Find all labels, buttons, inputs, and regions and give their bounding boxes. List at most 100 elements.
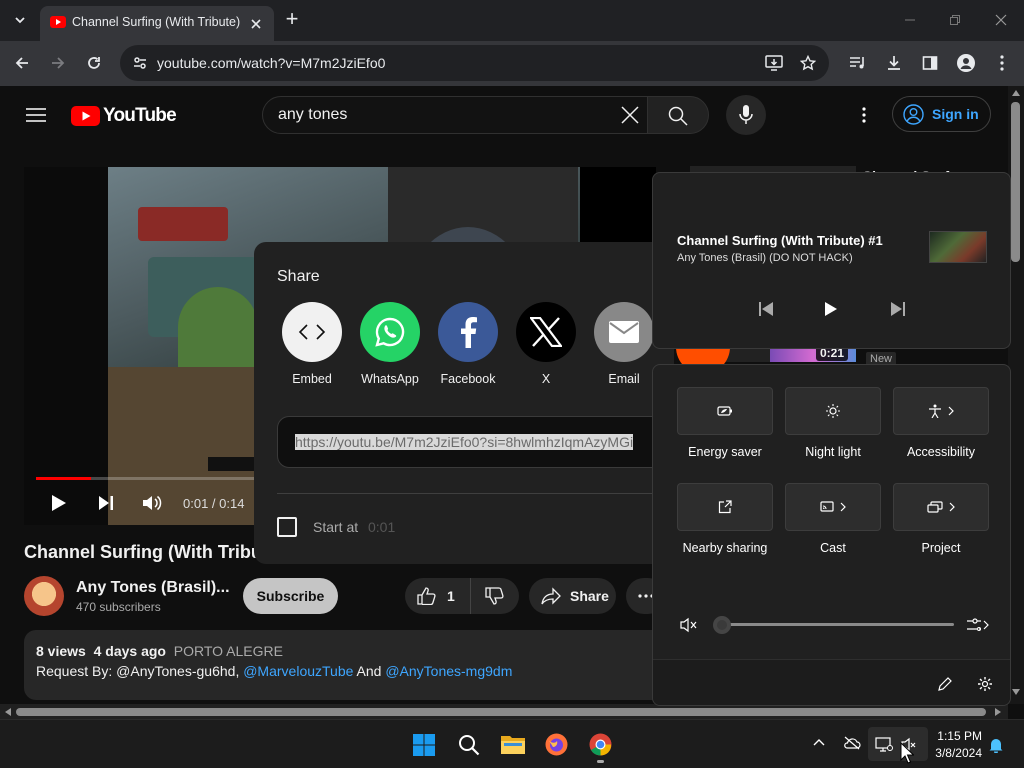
new-tab-button[interactable]: +	[282, 8, 302, 31]
thumbs-up-icon	[417, 587, 436, 605]
volume-slider-thumb[interactable]	[713, 616, 731, 634]
minimize-button[interactable]	[898, 8, 922, 32]
browser-tab[interactable]: Channel Surfing (With Tribute) #1	[40, 6, 274, 41]
youtube-logo[interactable]: YouTube	[71, 105, 177, 127]
show-hidden-icons-button[interactable]	[813, 738, 825, 746]
channel-name[interactable]: Any Tones (Brasil)...	[76, 579, 230, 597]
media-control-button[interactable]	[846, 51, 870, 75]
cast-tile[interactable]	[785, 483, 881, 531]
subscribe-button[interactable]: Subscribe	[243, 578, 338, 614]
tile-label: Energy saver	[688, 445, 762, 459]
bookmark-button[interactable]	[796, 51, 820, 75]
clock-time[interactable]: 1:15 PM	[932, 729, 982, 743]
search-button[interactable]	[647, 96, 709, 134]
arrow-left-icon	[15, 57, 28, 69]
like-button[interactable]: 1	[405, 578, 471, 614]
guide-menu-button[interactable]	[24, 103, 48, 127]
nearby-sharing-tile[interactable]	[677, 483, 773, 531]
tab-search-button[interactable]	[8, 8, 32, 32]
chrome-taskbar-button[interactable]	[589, 733, 612, 763]
reload-button[interactable]	[82, 51, 106, 75]
channel-avatar[interactable]	[24, 576, 64, 616]
profile-button[interactable]	[954, 51, 978, 75]
whatsapp-icon	[375, 317, 405, 347]
address-bar[interactable]: youtube.com/watch?v=M7m2JziEfo0	[120, 45, 829, 81]
start-at-label: Start at	[313, 519, 359, 535]
back-button[interactable]	[10, 51, 34, 75]
clock-date[interactable]: 3/8/2024	[930, 746, 982, 760]
chevron-right-icon	[949, 502, 955, 512]
project-tile[interactable]	[893, 483, 989, 531]
facebook-icon	[461, 317, 477, 348]
onedrive-button[interactable]	[843, 736, 861, 750]
sign-in-button[interactable]: Sign in	[892, 96, 991, 132]
media-artist: Any Tones (Brasil) (DO NOT HACK)	[677, 252, 853, 264]
energy-saver-tile[interactable]	[677, 387, 773, 435]
system-tray-button[interactable]	[868, 727, 928, 761]
night-light-tile[interactable]	[785, 387, 881, 435]
kebab-menu-icon	[1000, 55, 1004, 71]
share-button[interactable]: Share	[529, 578, 616, 614]
media-title: Channel Surfing (With Tribute) #1	[677, 233, 883, 248]
location-tag[interactable]: PORTO ALEGRE	[174, 643, 283, 659]
sign-in-label: Sign in	[932, 106, 979, 122]
mention-link[interactable]: @AnyTones-mg9dm	[385, 663, 512, 679]
all-settings-button[interactable]	[973, 672, 997, 696]
arrow-right-icon	[52, 57, 65, 69]
file-explorer-button[interactable]	[501, 733, 525, 755]
horizontal-scrollbar[interactable]	[0, 704, 1008, 719]
running-indicator	[597, 760, 604, 763]
settings-menu-button[interactable]	[852, 103, 876, 127]
mute-button[interactable]	[140, 491, 164, 515]
firefox-button[interactable]	[545, 733, 568, 756]
facebook-button[interactable]	[438, 302, 498, 362]
edit-quick-settings-button[interactable]	[933, 672, 957, 696]
install-app-button[interactable]	[762, 51, 786, 75]
media-previous-button[interactable]	[754, 297, 778, 321]
audio-output-button[interactable]	[961, 613, 993, 637]
scroll-down-icon	[1012, 689, 1020, 695]
forward-button[interactable]	[46, 51, 70, 75]
search-input[interactable]: any tones	[262, 96, 648, 134]
taskbar-search-button[interactable]	[458, 734, 480, 756]
next-button[interactable]	[94, 491, 118, 515]
x-button[interactable]	[516, 302, 576, 362]
close-icon	[621, 106, 639, 124]
clear-search-button[interactable]	[618, 103, 642, 127]
close-window-button[interactable]	[989, 8, 1013, 32]
start-button[interactable]	[413, 734, 435, 756]
tab-title: Channel Surfing (With Tribute) #1	[72, 15, 242, 29]
close-tab-button[interactable]	[244, 12, 268, 36]
mention-link[interactable]: @MarvelouzTube	[243, 663, 353, 679]
media-play-button[interactable]	[819, 297, 843, 321]
whatsapp-button[interactable]	[360, 302, 420, 362]
notifications-button[interactable]	[988, 737, 1004, 753]
description-meta: 8 views 4 days ago PORTO ALEGRE	[36, 643, 283, 659]
dislike-button[interactable]	[471, 587, 505, 605]
voice-search-button[interactable]	[726, 95, 766, 135]
folder-icon	[501, 736, 525, 754]
share-target-label: Facebook	[440, 372, 496, 386]
chrome-menu-button[interactable]	[990, 51, 1014, 75]
play-button[interactable]	[47, 491, 71, 515]
description-box[interactable]: 8 views 4 days ago PORTO ALEGRE Request …	[24, 630, 664, 700]
start-at-checkbox[interactable]	[277, 517, 297, 537]
side-panel-button[interactable]	[918, 51, 942, 75]
maximize-button[interactable]	[943, 8, 967, 32]
video-letterbox	[24, 167, 108, 525]
scroll-thumb[interactable]	[16, 708, 986, 716]
volume-mute-button[interactable]	[677, 613, 701, 637]
site-info-button[interactable]	[128, 51, 152, 75]
downloads-button[interactable]	[882, 51, 906, 75]
star-icon	[800, 55, 816, 71]
accessibility-tile[interactable]	[893, 387, 989, 435]
media-next-button[interactable]	[886, 297, 910, 321]
chevron-down-icon	[15, 17, 25, 24]
scroll-thumb[interactable]	[1011, 102, 1020, 262]
share-link-field[interactable]: https://youtu.be/M7m2JziEfo0?si=8hwlmhzI…	[277, 416, 674, 468]
volume-slider[interactable]	[722, 623, 954, 626]
embed-button[interactable]	[282, 302, 342, 362]
start-at-input[interactable]: 0:01	[368, 519, 395, 535]
email-button[interactable]	[594, 302, 654, 362]
description-and: And	[353, 663, 386, 679]
